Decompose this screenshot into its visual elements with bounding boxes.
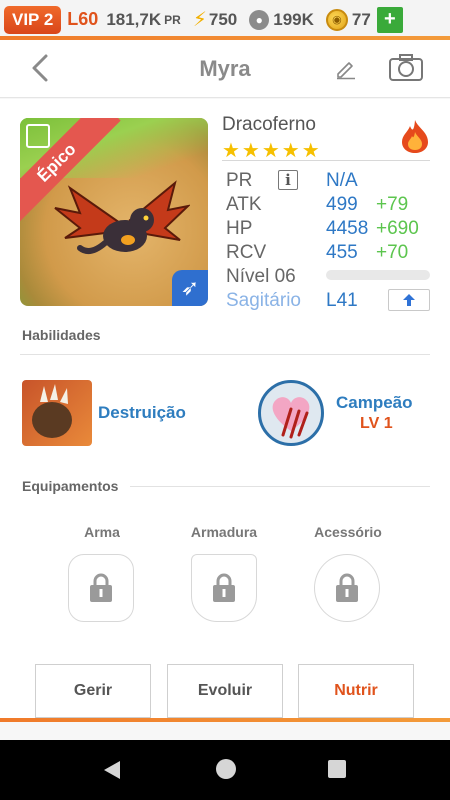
- dragon-image: [54, 180, 190, 255]
- stat-label-rcv: RCV: [226, 242, 267, 263]
- food-counter[interactable]: ● 199K: [249, 9, 314, 30]
- nav-home-icon[interactable]: [216, 759, 236, 779]
- nav-back-icon[interactable]: [100, 758, 124, 782]
- player-level: L60: [67, 9, 99, 29]
- stat-bonus-atk: +79: [376, 194, 409, 215]
- stat-label-pr: PR: [226, 170, 253, 191]
- coin-counter[interactable]: ◉ 77: [325, 8, 371, 31]
- power-unit: PR: [164, 12, 181, 27]
- equipment-slot-armor[interactable]: [191, 554, 257, 622]
- slot-label-armor: Armadura: [190, 524, 258, 540]
- system-nav-bar: [0, 740, 450, 800]
- buy-currency-button[interactable]: +: [376, 6, 403, 33]
- stat-label-hp: HP: [226, 218, 253, 239]
- fire-icon: [402, 120, 428, 153]
- sagittarius-icon: ➶: [172, 270, 208, 306]
- pencil-icon[interactable]: [334, 56, 358, 80]
- upgrade-arrow-button[interactable]: [388, 289, 430, 311]
- zodiac-sign[interactable]: Sagitário: [226, 290, 301, 312]
- page-header: Myra: [0, 40, 450, 98]
- skill-name-champion[interactable]: Campeão: [336, 393, 413, 413]
- stat-label-atk: ATK: [226, 194, 262, 215]
- lock-icon: [90, 573, 112, 602]
- coin-value: 77: [351, 9, 371, 29]
- status-bar: VIP 2 L60 181,7K PR ⚡ 750 ● 199K ◉ 77 +: [0, 0, 450, 40]
- equipment-slot-accessory[interactable]: [314, 554, 380, 622]
- skill-icon-destruction[interactable]: [22, 380, 92, 446]
- lightning-icon: ⚡: [192, 9, 207, 31]
- card-icon: [26, 124, 50, 148]
- lock-icon: [336, 573, 358, 602]
- level-progress-bar: [326, 270, 430, 280]
- paw-icon: ●: [249, 9, 270, 30]
- skills-divider: [20, 354, 430, 355]
- skill-name-destruction[interactable]: Destruição: [98, 403, 186, 423]
- stat-bonus-rcv: +70: [376, 242, 409, 263]
- stat-value-atk: 499: [326, 194, 358, 215]
- lock-icon: [213, 573, 235, 602]
- coin-icon: ◉: [325, 8, 348, 31]
- camera-icon[interactable]: [388, 52, 424, 82]
- evolve-button[interactable]: Evoluir: [167, 664, 283, 718]
- energy-counter[interactable]: ⚡ 750: [193, 7, 237, 32]
- level-label: Nível 06: [226, 266, 296, 287]
- vip-badge[interactable]: VIP 2: [4, 5, 62, 34]
- skills-heading: Habilidades: [22, 327, 101, 343]
- equipment-divider: [130, 486, 430, 487]
- manage-button[interactable]: Gerir: [35, 664, 151, 718]
- equipment-slot-weapon[interactable]: [68, 554, 134, 622]
- equipment-heading: Equipamentos: [22, 478, 119, 494]
- slot-label-weapon: Arma: [84, 524, 120, 540]
- skill-level-champion: LV 1: [360, 415, 393, 432]
- creature-portrait[interactable]: Épico ➶: [20, 118, 208, 306]
- nav-recents-icon[interactable]: [328, 760, 346, 778]
- stat-bonus-hp: +690: [376, 218, 419, 239]
- species-name: Dracoferno: [222, 114, 316, 135]
- skill-icon-champion[interactable]: [258, 380, 324, 446]
- page-title: Myra: [199, 56, 251, 81]
- feed-button[interactable]: Nutrir: [298, 664, 414, 718]
- bottom-accent: [0, 718, 450, 722]
- divider: [222, 160, 430, 161]
- stat-value-hp: 4458: [326, 218, 369, 239]
- energy-value: 750: [208, 9, 238, 29]
- heart-claw-icon: [272, 397, 310, 439]
- info-icon[interactable]: i: [278, 170, 298, 190]
- slot-label-accessory: Acessório: [314, 524, 382, 540]
- power-value: 181,7K: [106, 9, 162, 29]
- stat-value-rcv: 455: [326, 242, 358, 263]
- zodiac-level: L41: [326, 290, 358, 311]
- food-value: 199K: [273, 9, 314, 29]
- arrow-up-icon: [403, 294, 415, 306]
- stat-value-pr: N/A: [326, 170, 358, 191]
- claw-icon: [32, 384, 72, 438]
